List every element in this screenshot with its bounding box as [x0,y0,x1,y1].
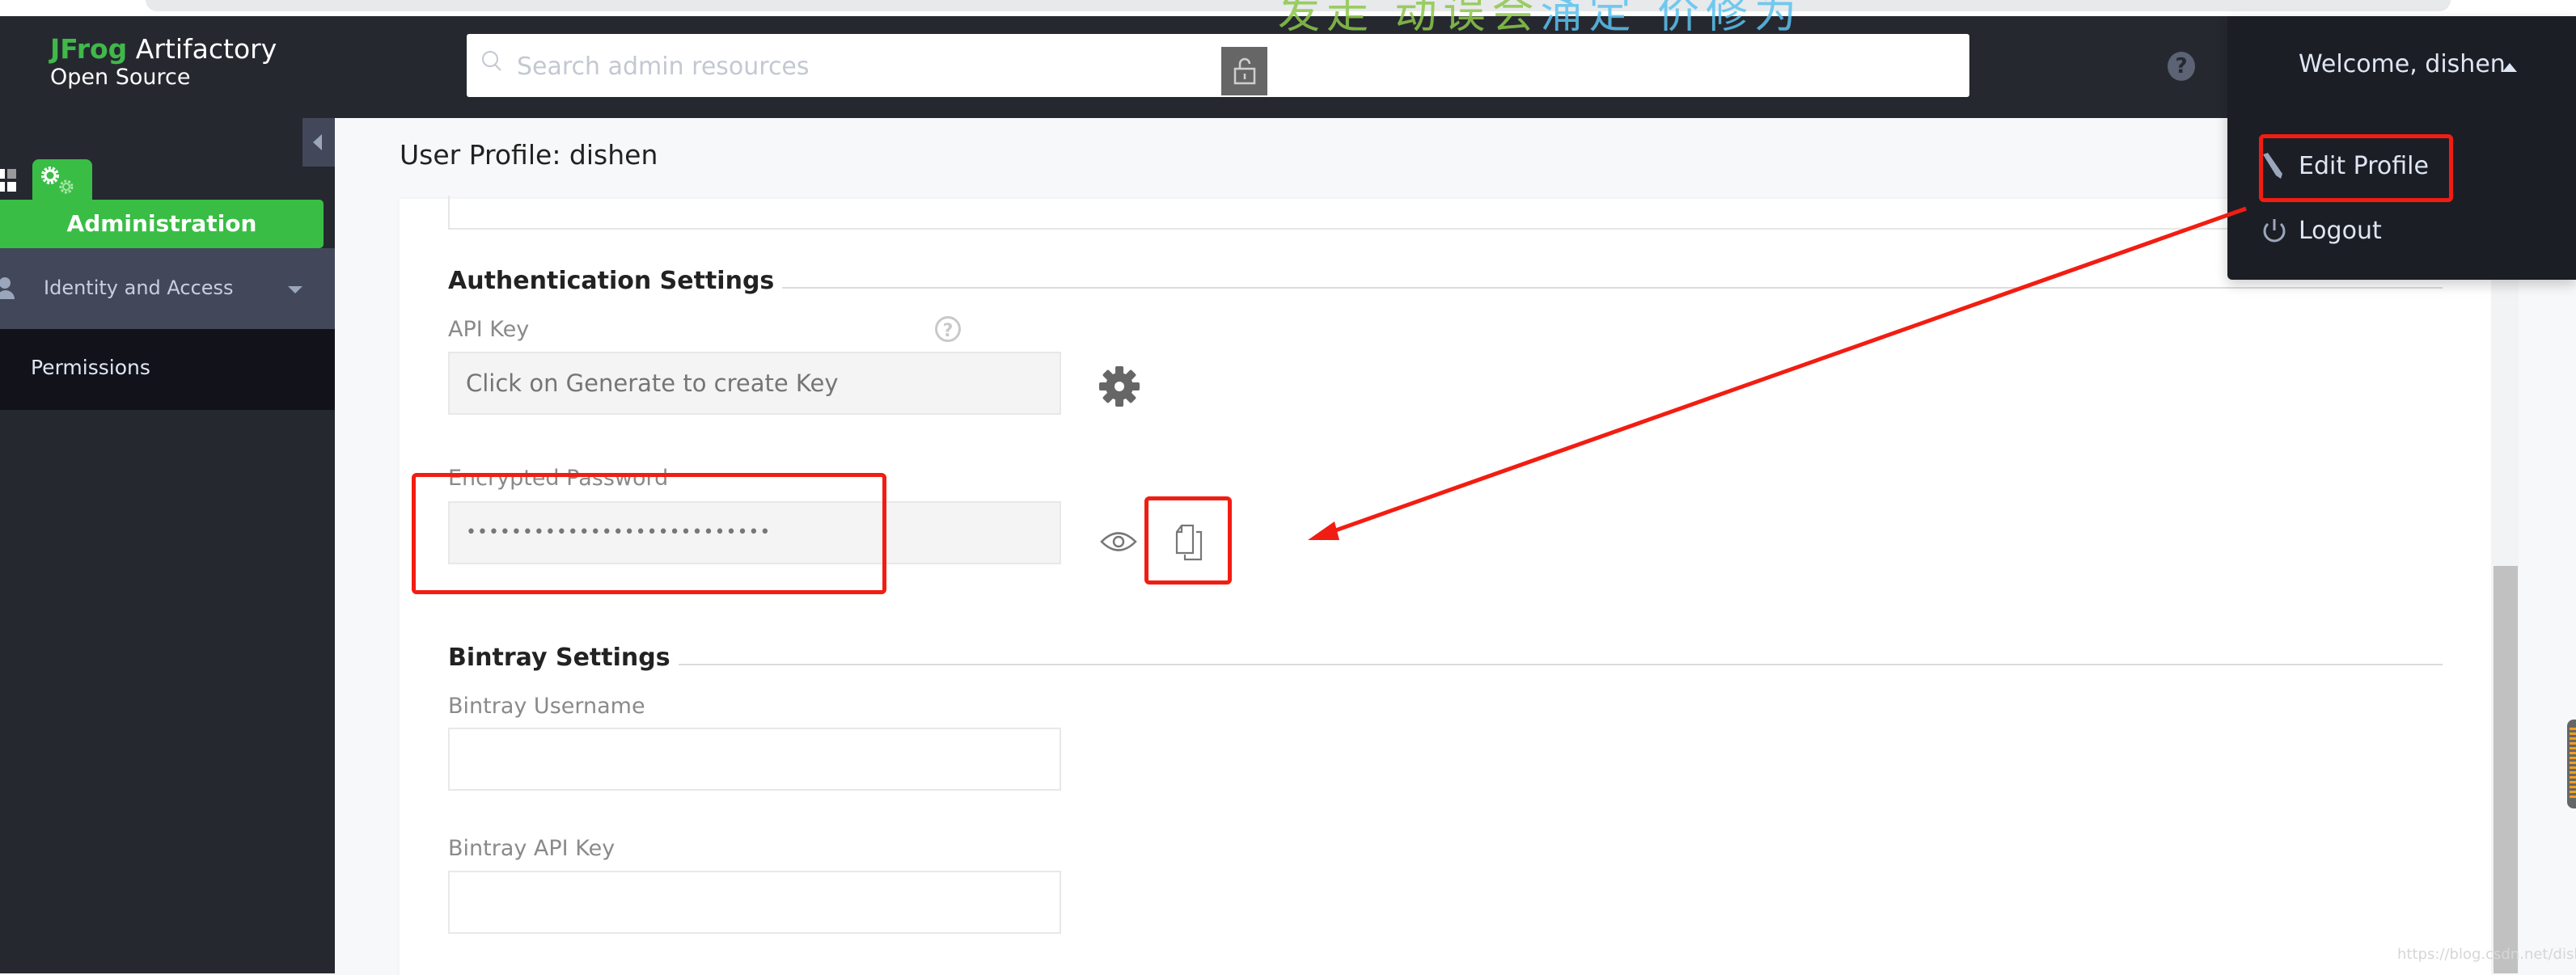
sidebar-section-label: Identity and Access [44,276,234,299]
user-menu-toggle[interactable]: Welcome, dishen [2299,50,2506,78]
watermark-blue: 涌定 价修为 [1540,0,1804,38]
module-title-administration: Administration [0,200,324,248]
annotation-box-encrypted-password [412,473,886,594]
annotation-box-copy-button [1144,496,1232,585]
section-divider [782,287,2443,289]
api-key-field[interactable] [448,352,1061,415]
generate-api-key-button[interactable] [1095,362,1144,411]
search-icon [482,51,501,71]
side-drawer-handle[interactable] [2567,720,2576,808]
scrollbar-thumb[interactable] [2494,566,2518,973]
menu-item-logout[interactable]: Logout [2260,206,2382,255]
annotation-box-edit-profile [2259,134,2453,202]
show-password-button[interactable] [1100,525,1137,558]
search-input[interactable] [515,34,1893,99]
chevron-left-icon [313,134,322,150]
section-title: Bintray Settings [448,644,670,672]
person-icon [0,277,15,299]
bintray-username-label: Bintray Username [448,694,645,719]
caret-down-icon [288,286,302,293]
page-title: User Profile: dishen [400,139,658,171]
section-title: Authentication Settings [448,267,775,295]
app-logo[interactable]: JFrog Artifactory Open Source [50,34,277,91]
power-icon [2263,219,2286,243]
bintray-username-input[interactable] [448,728,1061,791]
sidebar-section-identity-and-access[interactable]: Identity and Access [0,248,335,329]
sidebar-item-permissions[interactable]: Permissions [0,329,335,410]
bottom-watermark: https://blog.csdn.net/dishen10 [2397,946,2576,963]
unlock-icon [1233,57,1255,85]
bintray-api-key-label: Bintray API Key [448,836,615,861]
menu-item-label: Logout [2299,216,2382,245]
help-circle-icon[interactable]: ? [935,316,961,342]
sidebar-item-label: Permissions [31,356,150,379]
logo-product: Artifactory [135,33,277,65]
api-key-label: API Key [448,317,530,342]
search-box [467,34,1969,99]
gears-icon [41,167,74,194]
gear-icon [1099,366,1140,407]
eye-icon [1100,532,1137,551]
section-divider [678,664,2443,665]
caret-up-icon [2502,63,2517,72]
admin-module-tab[interactable] [32,159,92,200]
help-icon[interactable]: ? [2168,52,2195,81]
sidebar: Administration Identity and Access Permi… [0,118,335,973]
watermark-green: 发走 动误会 [1278,0,1541,38]
logo-edition: Open Source [50,65,191,90]
collapse-sidebar-button[interactable] [302,118,335,167]
authentication-settings-heading: Authentication Settings [448,267,2443,295]
logo-brand: JFrog [50,33,128,65]
previous-field-input[interactable] [448,196,2425,230]
bintray-api-key-input[interactable] [448,871,1061,934]
lock-button[interactable] [1221,47,1267,95]
application-grid-icon[interactable] [0,167,16,194]
bintray-settings-heading: Bintray Settings [448,644,2443,672]
top-watermark-text: 发走 动误会涌定 价修为 [1278,0,1803,40]
